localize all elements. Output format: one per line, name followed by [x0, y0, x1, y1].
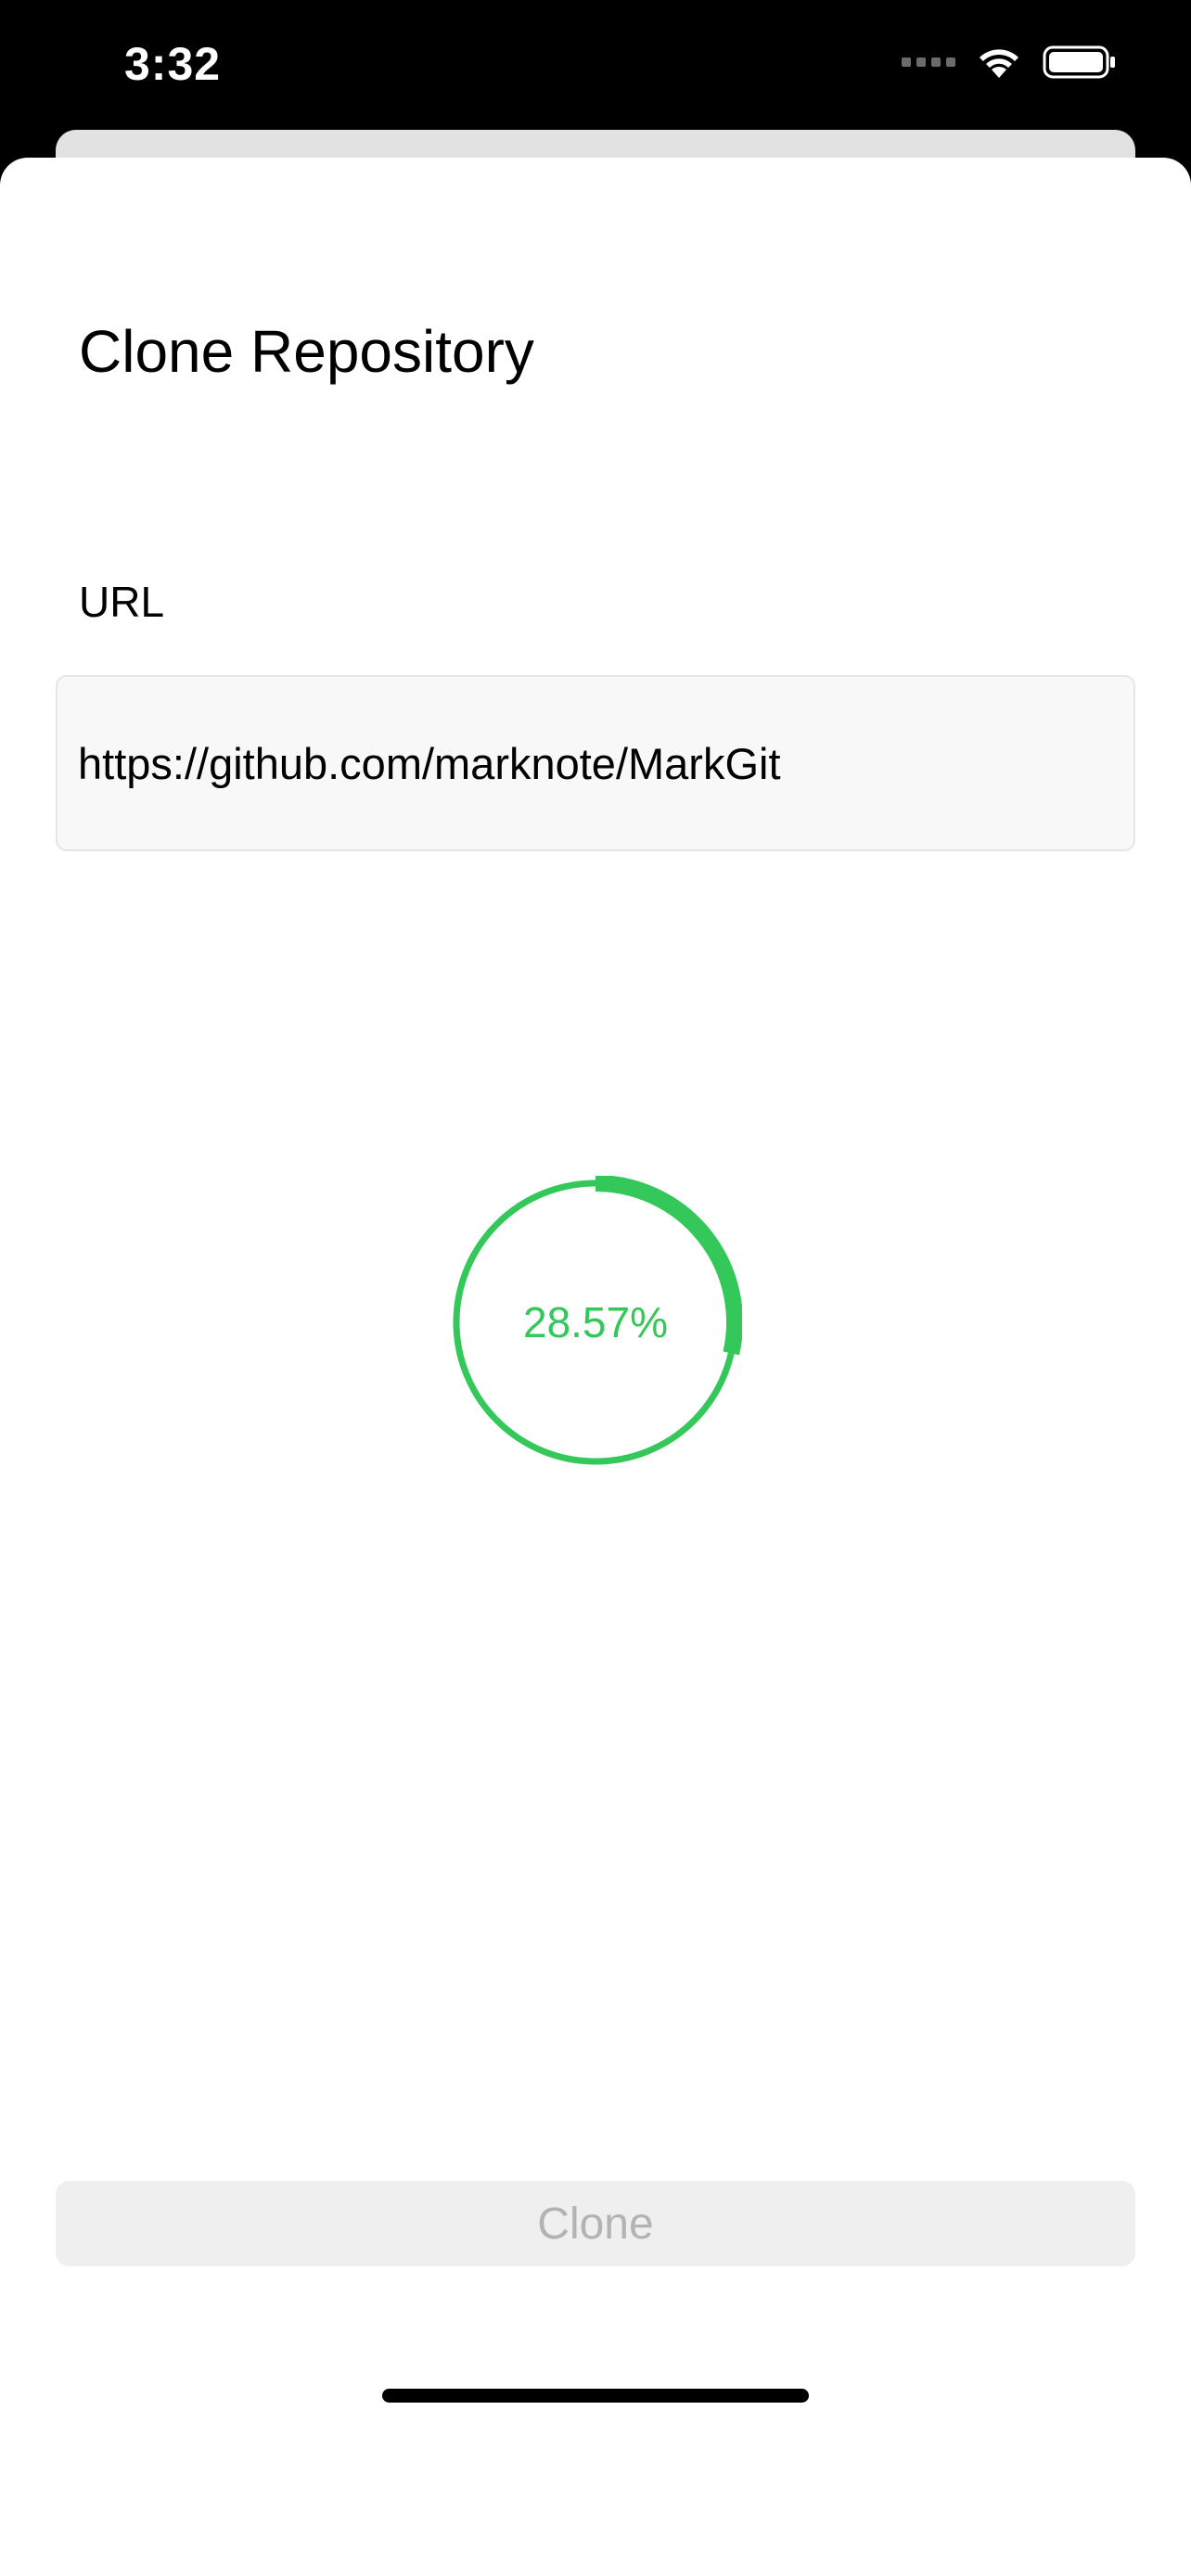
status-icons — [902, 45, 1117, 80]
cellular-signal-icon — [902, 57, 955, 67]
screen: 3:32 Clone Repository URL https://github… — [0, 0, 1191, 2576]
clone-button[interactable]: Clone — [56, 2181, 1135, 2266]
progress-label: 28.57% — [522, 1298, 668, 1346]
url-label: URL — [79, 578, 165, 626]
page-title: Clone Repository — [79, 318, 534, 385]
battery-icon — [1043, 45, 1115, 79]
url-input[interactable]: https://github.com/marknote/MarkGit — [56, 675, 1135, 851]
progress-ring: 28.57% — [449, 1176, 742, 1469]
wifi-icon — [980, 49, 1018, 78]
status-time: 3:32 — [124, 38, 222, 90]
status-bar: 3:32 — [0, 0, 1191, 139]
home-indicator — [382, 2389, 809, 2403]
